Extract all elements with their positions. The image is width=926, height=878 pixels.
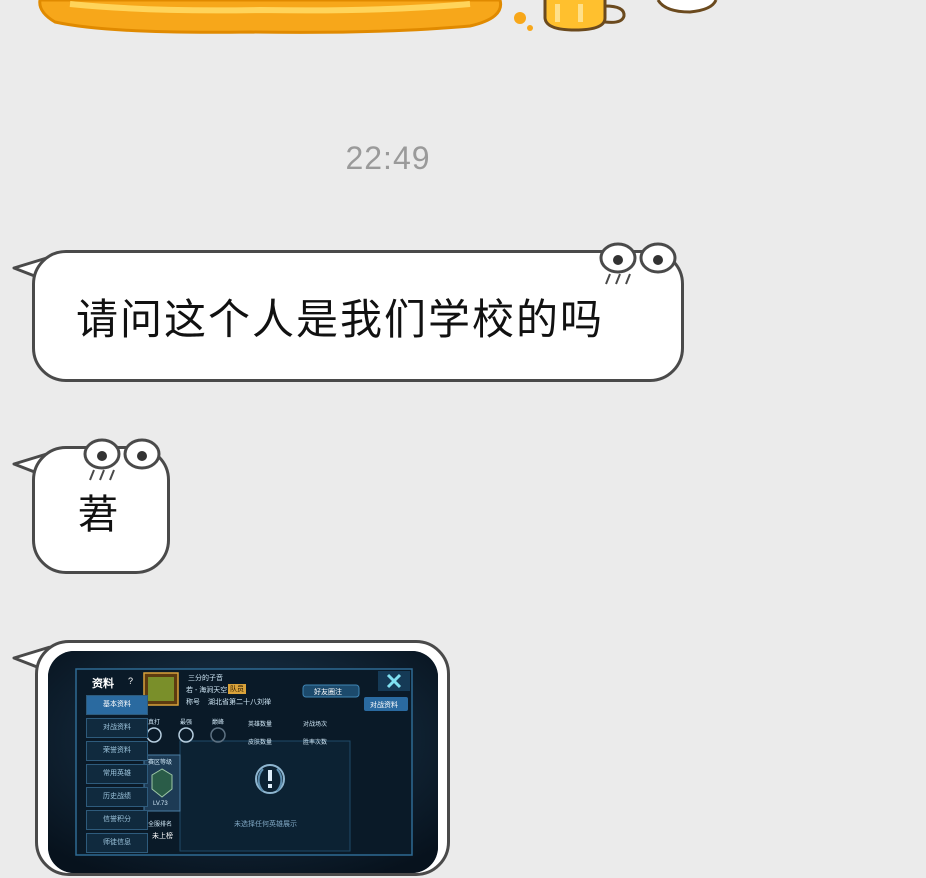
level-label: 赛区等级 [148,760,173,766]
game-tab-basic[interactable]: 基本资料 [86,695,148,715]
rank-label: 真打 [148,720,161,726]
game-tab-history[interactable]: 历史战绩 [86,787,148,807]
game-tab-heroes[interactable]: 常用英雄 [86,764,148,784]
level-value: LV.73 [153,801,168,807]
player-title-value: 湖北省第二十八刘禅 [208,699,271,706]
message-text: 莙 [78,492,118,538]
player-region: 若 - 海涧天空 [186,687,228,694]
stat-label: 皮肤数量 [248,740,273,746]
stat-label: 胜率次数 [303,740,328,746]
beer-sticker [0,0,926,40]
rank-label: 最强 [180,720,193,726]
game-help-icon[interactable]: ? [128,676,133,686]
server-rank-value: 未上榜 [152,833,173,840]
game-tab-honor[interactable]: 荣誉资料 [86,741,148,761]
game-tab-credit[interactable]: 信誉积分 [86,810,148,830]
server-rank-label: 全服排名 [148,822,173,828]
empty-hero-message: 未选择任何英雄展示 [234,821,297,828]
message-timestamp: 22:49 [345,140,431,176]
battle-data-button[interactable]: 对战资料 [370,700,398,710]
player-title-label: 称号 [186,699,200,706]
message-text: 请问这个人是我们学校的吗 [76,295,605,344]
cartoon-eyes-icon [599,242,677,285]
player-name: 三分的子音 [188,675,223,682]
rank-label: 巅峰 [212,720,225,726]
cartoon-eyes-icon [83,438,161,481]
player-badge: 队员 [228,684,246,694]
game-profile-screenshot[interactable]: 资料 ? 基本资料 对战资料 荣誉资料 常用英雄 历史战绩 信誉积分 师徒信息 … [48,651,438,873]
game-tab-battle[interactable]: 对战资料 [86,718,148,738]
stat-label: 对战场次 [303,722,328,728]
image-bubble[interactable]: 资料 ? 基本资料 对战资料 荣誉资料 常用英雄 历史战绩 信誉积分 师徒信息 … [35,640,450,876]
game-tab-mentor[interactable]: 师徒信息 [86,833,148,853]
game-title: 资料 [92,678,114,690]
stat-label: 英雄数量 [248,722,273,728]
follow-button[interactable]: 好友圈注 [314,687,342,697]
